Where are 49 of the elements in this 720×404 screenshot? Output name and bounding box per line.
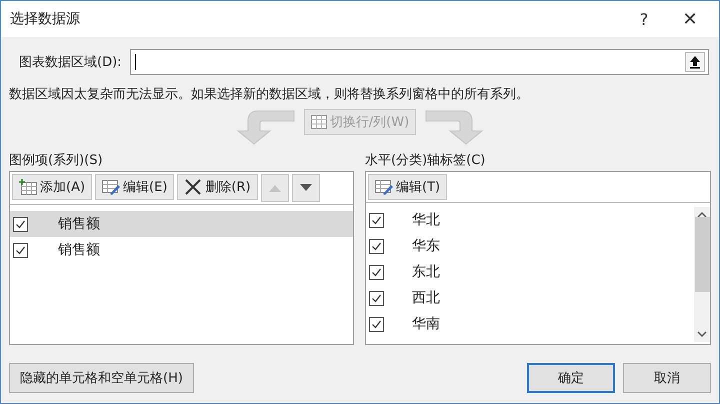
window-title: 选择数据源 [10, 10, 81, 28]
checkbox[interactable] [13, 216, 28, 232]
category-item[interactable]: 华南 [366, 311, 694, 337]
add-table-icon [19, 179, 37, 195]
checkbox[interactable] [369, 316, 384, 332]
add-button[interactable]: 添加(A) [12, 174, 92, 200]
range-field[interactable] [130, 49, 709, 75]
edit-button[interactable]: 编辑(T) [368, 174, 448, 200]
range-label: 图表数据区域(D): [19, 54, 122, 71]
hidden-cells-button[interactable]: 隐藏的单元格和空单元格(H) [9, 363, 194, 393]
scroll-down-icon[interactable] [697, 330, 707, 338]
close-button[interactable]: ✕ [667, 1, 713, 37]
category-name: 华北 [412, 211, 440, 229]
move-down-button[interactable] [292, 174, 320, 202]
checkbox[interactable] [13, 242, 28, 258]
checkbox[interactable] [369, 212, 384, 228]
scrollbar[interactable] [694, 207, 710, 342]
category-name: 华东 [412, 237, 440, 255]
delete-button[interactable]: 删除(R) [177, 174, 258, 200]
text-cursor-icon [134, 54, 136, 70]
legend-entries-label: 图例项(系列)(S) [9, 152, 104, 169]
category-item[interactable]: 华北 [366, 207, 694, 233]
checkbox[interactable] [369, 290, 384, 306]
cancel-button[interactable]: 取消 [623, 363, 711, 393]
scroll-up-icon[interactable] [697, 211, 707, 219]
checkbox[interactable] [369, 264, 384, 280]
table-icon [310, 115, 327, 129]
series-name: 销售额 [58, 241, 100, 259]
delete-icon [184, 179, 202, 195]
edit-button[interactable]: 编辑(E) [95, 174, 174, 200]
triangle-up-icon [268, 184, 281, 192]
category-name: 华南 [412, 315, 440, 333]
help-button[interactable]: ? [621, 1, 667, 37]
category-name: 东北 [412, 263, 440, 281]
category-item[interactable]: 东北 [366, 259, 694, 285]
category-name: 西北 [412, 289, 440, 307]
series-item[interactable]: 销售额 [10, 237, 353, 263]
edit-table-icon [102, 179, 120, 195]
category-item[interactable]: 华东 [366, 233, 694, 259]
triangle-down-icon [300, 184, 312, 192]
collapse-icon[interactable] [685, 52, 705, 72]
axis-labels-label: 水平(分类)轴标签(C) [365, 152, 486, 169]
series-item[interactable]: 销售额 [10, 211, 353, 237]
ok-button[interactable]: 确定 [527, 363, 615, 393]
checkbox[interactable] [369, 238, 384, 254]
series-name: 销售额 [58, 215, 100, 233]
category-item[interactable]: 西北 [366, 285, 694, 311]
edit-table-icon [375, 179, 393, 195]
info-message: 数据区域因太复杂而无法显示。如果选择新的数据区域，则将替换系列窗格中的所有系列。 [9, 86, 530, 103]
